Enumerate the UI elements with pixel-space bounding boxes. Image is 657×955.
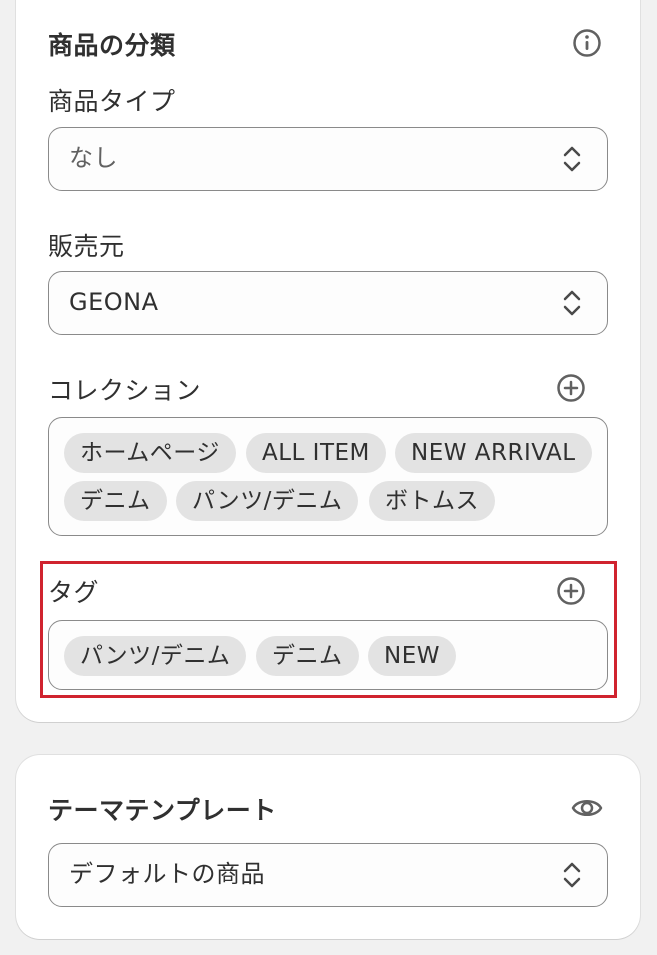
theme-template-card: テーマテンプレート デフォルトの商品	[16, 755, 640, 939]
collections-label: コレクション	[48, 376, 202, 405]
collection-chip[interactable]: パンツ/デニム	[176, 481, 359, 521]
collection-chip[interactable]: デニム	[64, 481, 167, 521]
collection-chip[interactable]: ボトムス	[369, 481, 495, 521]
theme-template-value: デフォルトの商品	[69, 860, 265, 888]
product-type-select[interactable]: なし	[48, 127, 608, 191]
chevron-up-down-icon	[563, 290, 581, 316]
theme-template-select[interactable]: デフォルトの商品	[48, 843, 608, 907]
vendor-label: 販売元	[48, 232, 125, 261]
product-type-label: 商品タイプ	[48, 87, 176, 116]
plus-circle-icon[interactable]	[555, 372, 587, 404]
chevron-up-down-icon	[563, 862, 581, 888]
info-icon[interactable]	[571, 27, 603, 59]
tags-highlight-box	[40, 561, 617, 698]
theme-template-title: テーマテンプレート	[48, 796, 277, 825]
collection-chip[interactable]: ホームページ	[64, 433, 236, 473]
collections-field[interactable]: ホームページ ALL ITEM NEW ARRIVAL デニム パンツ/デニム …	[48, 417, 608, 536]
eye-icon[interactable]	[570, 791, 604, 825]
product-organization-title: 商品の分類	[48, 31, 176, 60]
collection-chip[interactable]: ALL ITEM	[246, 433, 386, 473]
collection-chip[interactable]: NEW ARRIVAL	[395, 433, 592, 473]
vendor-select[interactable]: GEONA	[48, 271, 608, 335]
product-type-value: なし	[69, 144, 118, 172]
vendor-value: GEONA	[69, 288, 159, 316]
chevron-up-down-icon	[563, 146, 581, 172]
